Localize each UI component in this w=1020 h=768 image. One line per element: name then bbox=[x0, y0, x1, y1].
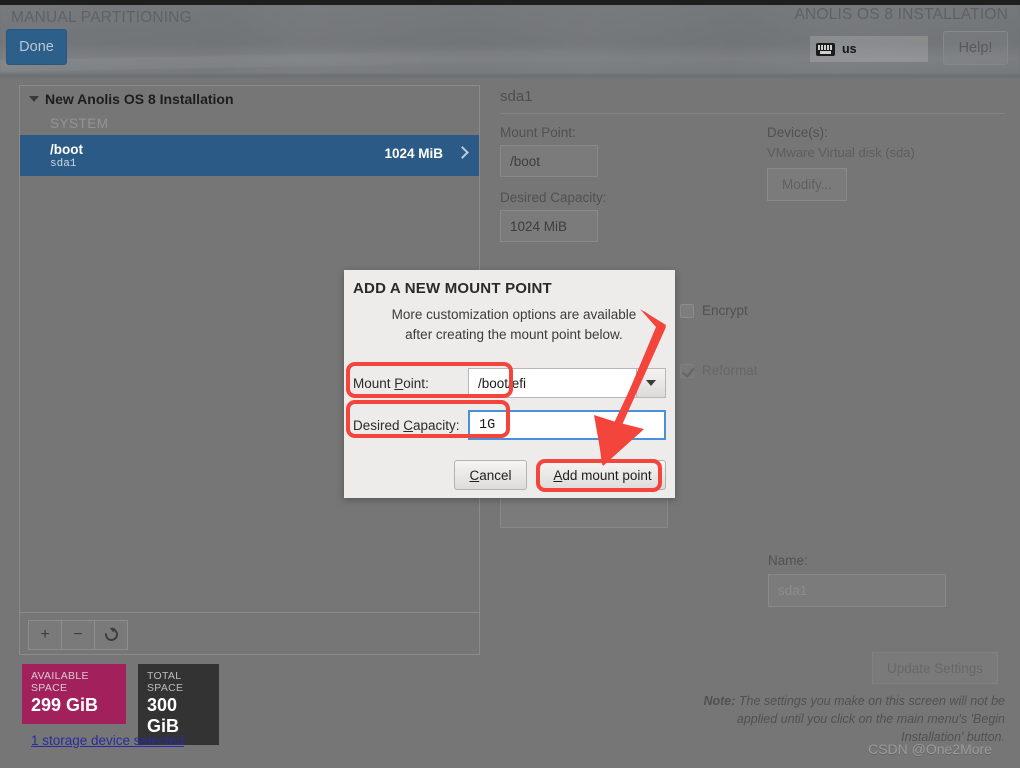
dialog-capacity-input[interactable]: 1G bbox=[468, 410, 666, 440]
encrypt-checkbox-row[interactable]: Encrypt bbox=[680, 303, 748, 318]
available-space-box: AVAILABLE SPACE 299 GiB bbox=[22, 664, 126, 724]
installer-title: ANOLIS OS 8 INSTALLATION bbox=[794, 6, 1008, 23]
add-partition-button[interactable]: + bbox=[28, 619, 62, 650]
encrypt-checkbox[interactable] bbox=[680, 303, 694, 318]
cancel-button[interactable]: Cancel bbox=[454, 460, 527, 490]
add-mount-point-button[interactable]: Add mount point bbox=[539, 460, 666, 490]
total-space-label: TOTAL SPACE bbox=[147, 670, 184, 694]
dialog-title: ADD A NEW MOUNT POINT bbox=[353, 280, 552, 297]
help-button[interactable]: Help! bbox=[943, 31, 1008, 65]
tree-item-size: 1024 MiB bbox=[384, 146, 443, 161]
settings-note-prefix: Note: bbox=[703, 694, 736, 708]
chevron-down-icon[interactable] bbox=[29, 96, 39, 102]
available-space-value: 299 GiB bbox=[31, 695, 99, 715]
dialog-dc-label-key: C bbox=[403, 417, 414, 433]
tree-item-boot[interactable]: /boot sda1 1024 MiB bbox=[20, 135, 479, 176]
watermark: CSDN @One2More bbox=[868, 741, 992, 757]
dialog-capacity-label: Desired Capacity: bbox=[353, 418, 468, 433]
details-right-column: Device(s): VMware Virtual disk (sda) Mod… bbox=[767, 125, 1005, 201]
app-header: MANUAL PARTITIONING ANOLIS OS 8 INSTALLA… bbox=[0, 0, 1020, 78]
dialog-mount-point-label: Mount Point: bbox=[353, 376, 468, 391]
dialog-capacity-row: Desired Capacity: 1G bbox=[353, 410, 666, 440]
details-divider bbox=[500, 113, 1005, 114]
tree-item-mountpoint: /boot bbox=[50, 141, 83, 157]
dialog-mp-label-post: oint: bbox=[403, 375, 429, 391]
add-label-post: dd mount point bbox=[562, 467, 652, 483]
reformat-checkbox[interactable] bbox=[680, 363, 694, 378]
tree-root-label: New Anolis OS 8 Installation bbox=[45, 90, 234, 107]
refresh-icon bbox=[101, 625, 121, 644]
details-title: sda1 bbox=[500, 88, 533, 105]
chevron-right-icon bbox=[456, 146, 469, 159]
mount-point-input[interactable]: /boot bbox=[500, 145, 598, 177]
dialog-mp-label-key: P bbox=[394, 375, 404, 391]
partition-toolbar: + − bbox=[20, 614, 479, 655]
plus-icon: + bbox=[40, 625, 50, 643]
dialog-subtitle: More customization options are available… bbox=[391, 307, 637, 342]
update-settings-button[interactable]: Update Settings bbox=[872, 652, 998, 684]
dialog-mount-point-combobox[interactable]: /boot/efi bbox=[468, 368, 666, 398]
remove-partition-button[interactable]: − bbox=[61, 619, 95, 650]
window-top-bar bbox=[0, 0, 1020, 5]
modify-button-label: Modify... bbox=[781, 177, 832, 192]
update-settings-label: Update Settings bbox=[886, 660, 984, 676]
keyboard-layout-indicator[interactable]: us bbox=[810, 36, 928, 62]
name-label: Name: bbox=[768, 553, 808, 568]
devices-label: Device(s): bbox=[767, 125, 828, 140]
tree-item-device: sda1 bbox=[50, 157, 77, 170]
cancel-label-key: C bbox=[469, 467, 480, 483]
keyboard-layout-label: us bbox=[842, 42, 857, 56]
add-mount-point-dialog: ADD A NEW MOUNT POINT More customization… bbox=[344, 270, 675, 498]
cancel-label-post: ancel bbox=[479, 467, 512, 483]
dialog-dc-label-post: apacity: bbox=[413, 417, 460, 433]
help-button-label: Help! bbox=[958, 40, 993, 56]
dialog-dc-label-pre: Desired bbox=[353, 417, 404, 433]
details-left-column: Mount Point: /boot Desired Capacity: 102… bbox=[500, 125, 710, 242]
settings-note-text: The settings you make on this screen wil… bbox=[736, 694, 1005, 745]
chevron-down-icon bbox=[646, 380, 656, 386]
tree-root-item[interactable]: New Anolis OS 8 Installation bbox=[20, 86, 479, 111]
keyboard-icon bbox=[816, 42, 835, 56]
add-label-key: A bbox=[553, 467, 563, 483]
tree-group-system: SYSTEM bbox=[50, 115, 109, 131]
minus-icon: − bbox=[73, 625, 83, 643]
reformat-checkbox-row[interactable]: Reformat bbox=[680, 363, 758, 378]
encrypt-label: Encrypt bbox=[702, 303, 748, 318]
done-button-label: Done bbox=[19, 39, 54, 55]
devices-value: VMware Virtual disk (sda) bbox=[767, 145, 915, 160]
modify-devices-button[interactable]: Modify... bbox=[767, 168, 847, 201]
desired-capacity-input[interactable]: 1024 MiB bbox=[500, 210, 598, 242]
dialog-mount-point-input[interactable]: /boot/efi bbox=[468, 368, 636, 398]
storage-devices-link[interactable]: 1 storage device selected bbox=[31, 733, 184, 748]
done-button[interactable]: Done bbox=[6, 29, 67, 65]
total-space-value: 300 GiB bbox=[147, 695, 180, 736]
page-title: MANUAL PARTITIONING bbox=[11, 9, 192, 26]
reformat-label: Reformat bbox=[702, 363, 758, 378]
settings-note: Note: The settings you make on this scre… bbox=[678, 692, 1005, 746]
desired-capacity-label: Desired Capacity: bbox=[500, 190, 607, 205]
available-space-label: AVAILABLE SPACE bbox=[31, 670, 89, 694]
dialog-mount-point-row: Mount Point: /boot/efi bbox=[353, 368, 666, 398]
dialog-mount-point-dropdown-button[interactable] bbox=[636, 368, 666, 398]
dialog-mp-label-pre: Mount bbox=[353, 375, 395, 391]
name-input[interactable]: sda1 bbox=[768, 574, 946, 607]
file-system-field[interactable] bbox=[500, 495, 668, 528]
installer-screen: MANUAL PARTITIONING ANOLIS OS 8 INSTALLA… bbox=[0, 0, 1020, 768]
refresh-partitions-button[interactable] bbox=[94, 619, 128, 650]
mount-point-label: Mount Point: bbox=[500, 125, 576, 140]
